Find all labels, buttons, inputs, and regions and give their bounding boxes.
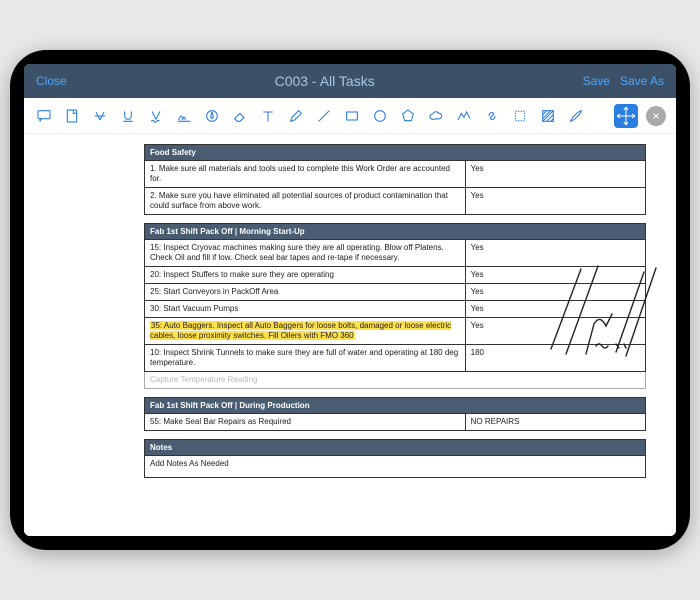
close-button[interactable]: Close bbox=[36, 74, 67, 88]
circle-icon[interactable] bbox=[370, 106, 390, 126]
table-row: 2. Make sure you have eliminated all pot… bbox=[145, 188, 646, 215]
table-row: 30: Start Vacuum PumpsYes bbox=[145, 301, 646, 318]
section-food-safety: Food Safety 1. Make sure all materials a… bbox=[144, 144, 646, 215]
cloud-icon[interactable] bbox=[426, 106, 446, 126]
save-as-button[interactable]: Save As bbox=[620, 74, 664, 88]
brush-icon[interactable] bbox=[566, 106, 586, 126]
text-icon[interactable] bbox=[258, 106, 278, 126]
move-tool-icon[interactable] bbox=[614, 104, 638, 128]
save-button[interactable]: Save bbox=[583, 74, 610, 88]
table-row: 10: Inspect Shrink Tunnels to make sure … bbox=[145, 345, 646, 372]
link-icon[interactable] bbox=[482, 106, 502, 126]
section-morning-startup: Fab 1st Shift Pack Off | Morning Start-U… bbox=[144, 223, 646, 389]
signature-icon[interactable] bbox=[174, 106, 194, 126]
pencil-icon[interactable] bbox=[286, 106, 306, 126]
table-row: 20: Inspect Stuffers to make sure they a… bbox=[145, 267, 646, 284]
polyline-icon[interactable] bbox=[454, 106, 474, 126]
hatch-icon[interactable] bbox=[538, 106, 558, 126]
table-row: 1. Make sure all materials and tools use… bbox=[145, 161, 646, 188]
input-row: Capture Temperature Reading bbox=[145, 372, 646, 389]
section-header: Fab 1st Shift Pack Off | Morning Start-U… bbox=[145, 224, 646, 240]
tablet-frame: Close C003 - All Tasks Save Save As bbox=[10, 50, 690, 550]
highlight: 35: Auto Baggers. Inspect all Auto Bagge… bbox=[150, 321, 451, 340]
temperature-input[interactable]: Capture Temperature Reading bbox=[145, 372, 646, 389]
table-row: 25: Start Conveyors in PackOff AreaYes bbox=[145, 284, 646, 301]
section-notes: Notes Add Notes As Needed bbox=[144, 439, 646, 478]
document-content[interactable]: Food Safety 1. Make sure all materials a… bbox=[24, 134, 676, 536]
page-title: C003 - All Tasks bbox=[275, 73, 375, 89]
section-during-production: Fab 1st Shift Pack Off | During Producti… bbox=[144, 397, 646, 431]
underline-icon[interactable] bbox=[118, 106, 138, 126]
table-row: 55: Make Seal Bar Repairs as RequiredNO … bbox=[145, 414, 646, 431]
eraser-icon[interactable] bbox=[230, 106, 250, 126]
section-header: Notes bbox=[145, 440, 646, 456]
annotation-toolbar bbox=[24, 98, 676, 134]
close-toolbar-icon[interactable] bbox=[646, 106, 666, 126]
squiggly-icon[interactable] bbox=[146, 106, 166, 126]
note-icon[interactable] bbox=[62, 106, 82, 126]
section-header: Food Safety bbox=[145, 145, 646, 161]
polygon-icon[interactable] bbox=[398, 106, 418, 126]
strikethrough-icon[interactable] bbox=[90, 106, 110, 126]
screen: Close C003 - All Tasks Save Save As bbox=[24, 64, 676, 536]
rectangle-icon[interactable] bbox=[342, 106, 362, 126]
comment-icon[interactable] bbox=[34, 106, 54, 126]
table-row-highlighted: 35: Auto Baggers. Inspect all Auto Bagge… bbox=[145, 318, 646, 345]
pen-tool-icon[interactable] bbox=[202, 106, 222, 126]
table-row: Add Notes As Needed bbox=[145, 456, 646, 478]
table-row: 15: Inspect Cryovac machines making sure… bbox=[145, 240, 646, 267]
crop-icon[interactable] bbox=[510, 106, 530, 126]
section-header: Fab 1st Shift Pack Off | During Producti… bbox=[145, 398, 646, 414]
top-bar: Close C003 - All Tasks Save Save As bbox=[24, 64, 676, 98]
line-icon[interactable] bbox=[314, 106, 334, 126]
